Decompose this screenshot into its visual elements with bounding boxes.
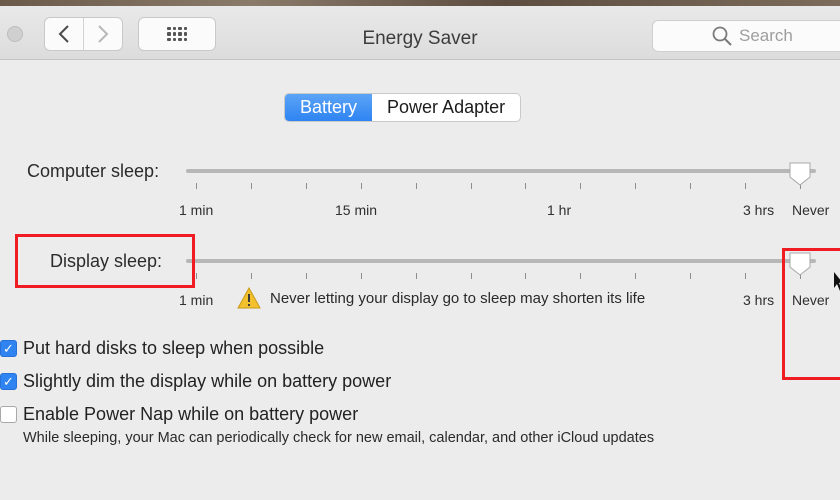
slider-tick-mark [361,273,362,279]
slider-tick-mark [525,183,526,189]
search-icon [712,26,732,46]
display-tick-label-1-min: 1 min [179,292,214,308]
slider-tick-mark [580,183,581,189]
computer-sleep-slider[interactable] [186,169,816,173]
slider-tick-mark [635,183,636,189]
hard-disk-sleep-label: Put hard disks to sleep when possible [23,338,325,358]
slider-tick-mark [306,183,307,189]
hard-disk-sleep-checkbox[interactable]: ✓ [0,340,17,357]
display-sleep-warning: Never letting your display go to sleep m… [237,287,645,309]
warning-icon [237,287,261,309]
display-sleep-slider[interactable] [186,259,816,263]
display-tick-label-3-hrs: 3 hrs [743,292,775,308]
tab-control: Battery Power Adapter [284,93,522,122]
slider-tick-mark [525,273,526,279]
tick-label-1-hr: 1 hr [547,202,572,218]
search-field[interactable] [652,20,840,52]
tab-power-adapter[interactable]: Power Adapter [372,94,520,121]
slider-tick-mark [196,183,197,189]
slider-tick-mark [580,273,581,279]
tick-label-3-hrs: 3 hrs [743,202,775,218]
dim-display-checkbox[interactable]: ✓ [0,373,17,390]
slider-tick-mark [196,273,197,279]
tab-battery[interactable]: Battery [285,94,373,121]
dim-display-label: Slightly dim the display while on batter… [23,371,392,391]
slider-tick-mark [745,183,746,189]
slider-tick-mark [416,273,417,279]
display-sleep-slider-thumb[interactable] [788,251,812,277]
slider-tick-mark [471,273,472,279]
mouse-cursor-icon [834,272,840,291]
slider-tick-mark [306,273,307,279]
warning-text: Never letting your display go to sleep m… [270,289,646,307]
computer-sleep-slider-thumb[interactable] [788,161,812,187]
slider-tick-mark [690,273,691,279]
display-sleep-label: Display sleep: [50,251,163,271]
search-input[interactable] [739,26,839,46]
display-tick-label-never: Never [792,292,830,308]
power-nap-option[interactable]: Enable Power Nap while on battery power [0,404,358,425]
slider-tick-mark [690,183,691,189]
slider-tick-mark [251,273,252,279]
slider-tick-mark [471,183,472,189]
tick-label-1-min: 1 min [179,202,214,218]
slider-tick-mark [361,183,362,189]
computer-sleep-ticks [196,183,801,191]
slider-tick-mark [416,183,417,189]
power-nap-description: While sleeping, your Mac can periodicall… [23,430,655,446]
tick-label-15-min: 15 min [335,202,378,218]
title-bar: Energy Saver [0,6,840,60]
slider-tick-mark [635,273,636,279]
tick-label-never: Never [792,202,830,218]
slider-tick-mark [745,273,746,279]
dim-display-option[interactable]: ✓ Slightly dim the display while on batt… [0,371,391,392]
slider-tick-mark [251,183,252,189]
power-nap-checkbox[interactable] [0,406,17,423]
computer-sleep-label: Computer sleep: [27,161,160,181]
hard-disk-sleep-option[interactable]: ✓ Put hard disks to sleep when possible [0,338,324,359]
display-sleep-ticks [196,273,801,281]
power-nap-label: Enable Power Nap while on battery power [23,404,359,424]
